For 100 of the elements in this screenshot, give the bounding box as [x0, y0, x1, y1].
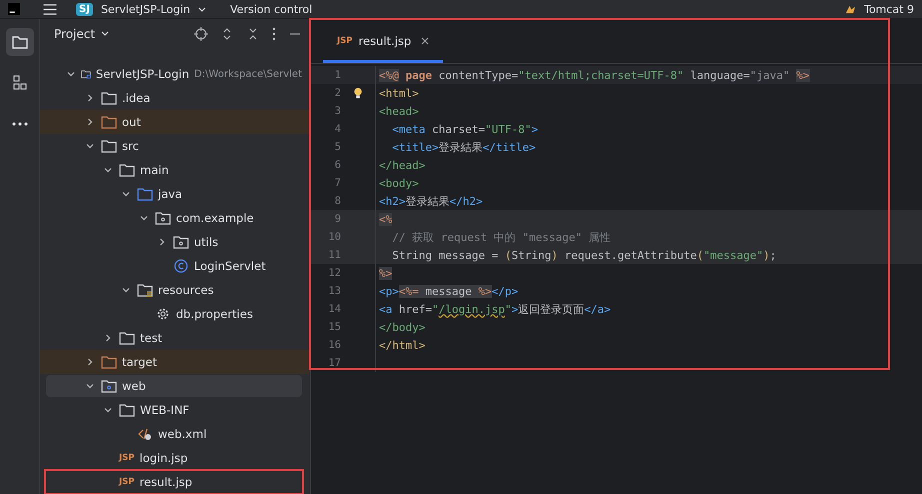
folder-icon [119, 163, 135, 177]
line-number: 7 [334, 177, 341, 189]
folder-icon [101, 91, 117, 105]
gear-icon [155, 307, 171, 321]
folder-icon [101, 115, 117, 129]
tree-item[interactable]: com.example [46, 207, 302, 229]
code-line: <%@ page contentType="text/html;charset=UTF-8" language="java" %> [379, 68, 810, 82]
editor-tab[interactable]: JSP result.jsp [323, 22, 444, 63]
chevron-right-icon[interactable] [157, 237, 167, 247]
tree-item[interactable]: test [46, 327, 302, 349]
tree-item[interactable]: main [46, 159, 302, 181]
tree-item[interactable]: utils [46, 231, 302, 253]
tree-label: java [158, 187, 182, 201]
folder-icon [101, 379, 117, 393]
code-line: </body> [379, 320, 426, 334]
code-line: <html> [379, 86, 419, 100]
tree-label: main [140, 163, 169, 177]
chevron-down-icon[interactable] [121, 189, 131, 199]
folder-icon [101, 355, 117, 369]
tree-item[interactable]: .idea [46, 87, 302, 109]
file-type-label: JSP [119, 477, 135, 487]
chevron-down-icon[interactable] [85, 381, 95, 391]
code-line: <head> [379, 104, 419, 118]
folder-icon [173, 235, 189, 249]
line-number: 14 [327, 303, 341, 315]
tree-item[interactable]: ServletJSP-Login D:\Workspace\Servlet [46, 63, 302, 85]
file-type-label: JSP [119, 453, 135, 463]
folder-icon[interactable] [6, 28, 34, 56]
line-number: 6 [334, 159, 341, 171]
chevron-down-icon[interactable] [85, 141, 95, 151]
line-number: 15 [327, 321, 341, 333]
folder-icon [137, 283, 153, 297]
title-dropdown[interactable]: ServletJSP-Login [100, 2, 190, 16]
line-number: 12 [327, 267, 341, 279]
tree-label: login.jsp [140, 451, 188, 465]
tree-item[interactable]: web [46, 375, 302, 397]
tree-item[interactable]: java [46, 183, 302, 205]
line-number: 8 [334, 195, 341, 207]
code-line: <a href="/login.jsp">返回登录页面</a> [379, 302, 611, 316]
tree-label: LoginServlet [194, 259, 266, 273]
tree-label: .idea [122, 91, 150, 105]
run-config-dropdown[interactable]: Tomcat 9 [864, 2, 914, 16]
line-number: 10 [327, 231, 341, 243]
code-line: <h2>登录結果</h2> [379, 194, 483, 208]
line-number: 1 [334, 69, 341, 81]
tree-item[interactable]: web.xml [46, 423, 302, 445]
line-number: 13 [327, 285, 341, 297]
code-line: </html> [379, 338, 426, 352]
tree-label: resources [158, 283, 214, 297]
code-line: <p><%= message %></p> [379, 284, 518, 298]
chevron-down-icon[interactable] [66, 69, 76, 79]
chevron-right-icon[interactable] [85, 117, 95, 127]
project-badge: SJ [76, 2, 93, 16]
tree-label: src [122, 139, 139, 153]
line-number: 3 [334, 105, 341, 117]
chevron-right-icon[interactable] [103, 333, 113, 343]
tree-label: utils [194, 235, 218, 249]
options-icon[interactable] [272, 26, 276, 40]
folder-icon [155, 211, 171, 225]
folder-icon [119, 331, 135, 345]
caret-icon[interactable] [101, 31, 110, 36]
tree-item[interactable]: WEB-INF [46, 399, 302, 421]
tree-item[interactable]: src [46, 135, 302, 157]
tree-item[interactable]: db.properties [46, 303, 302, 325]
line-number: 9 [334, 213, 341, 225]
line-number: 11 [327, 249, 341, 261]
chevron-right-icon[interactable] [85, 357, 95, 367]
project-path: D:\Workspace\Servlet [194, 68, 302, 80]
folder-icon [137, 187, 153, 201]
tree-label: WEB-INF [140, 403, 190, 417]
folder-icon [101, 139, 117, 153]
view-selector[interactable]: Project [54, 26, 96, 40]
app-logo-icon[interactable] [8, 3, 20, 15]
close-icon[interactable] [421, 37, 430, 45]
xml-file-icon [137, 427, 153, 441]
code-line: String message = (String) request.getAttribute("message"); [391, 248, 776, 262]
tree-item[interactable]: LoginServlet [46, 255, 302, 277]
vcs-dropdown[interactable]: Version control [230, 2, 312, 16]
chevron-down-icon[interactable] [121, 285, 131, 295]
tree-label: target [122, 355, 157, 369]
tree-label: test [140, 331, 162, 345]
tree-item[interactable]: JSP login.jsp [46, 447, 302, 469]
code-line: <body> [379, 176, 419, 190]
tree-item[interactable]: resources [46, 279, 302, 301]
code-line: // 获取 request 中的 "message" 属性 [391, 230, 611, 244]
menu-icon[interactable] [42, 4, 58, 14]
chevron-down-icon[interactable] [103, 405, 113, 415]
code-line: </head> [379, 158, 426, 172]
chevron-down-icon[interactable] [139, 213, 149, 223]
tree-item[interactable]: JSP result.jsp [46, 471, 302, 493]
tree-label: web [122, 379, 146, 393]
caret-icon[interactable] [198, 6, 206, 12]
lightbulb-icon[interactable] [353, 86, 363, 100]
folder-icon [119, 403, 135, 417]
chevron-down-icon[interactable] [103, 165, 113, 175]
locate-icon[interactable] [194, 26, 208, 40]
chevron-right-icon[interactable] [85, 93, 95, 103]
tree-label: db.properties [176, 307, 253, 321]
class-icon [173, 259, 189, 273]
line-number: 16 [327, 339, 341, 351]
